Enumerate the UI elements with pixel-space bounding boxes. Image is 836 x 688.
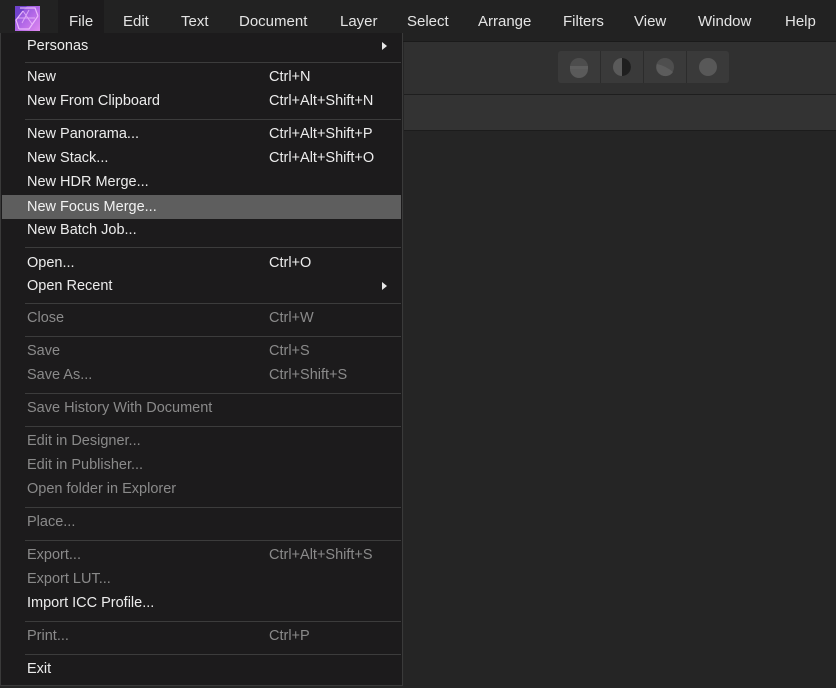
menu-separator bbox=[25, 336, 401, 337]
menu-item-label: New bbox=[27, 69, 57, 85]
menu-item-exit[interactable]: Exit bbox=[2, 657, 401, 681]
menu-item-label: New From Clipboard bbox=[27, 93, 160, 109]
menu-separator bbox=[25, 540, 401, 541]
menu-item-shortcut: Ctrl+Alt+Shift+O bbox=[269, 150, 375, 166]
menu-item-export-lut[interactable]: Export LUT... bbox=[2, 567, 401, 591]
menu-item-label: Import ICC Profile... bbox=[27, 595, 155, 611]
menu-item-open-recent[interactable]: Open Recent bbox=[2, 274, 401, 298]
menu-item-label: New HDR Merge... bbox=[27, 174, 149, 190]
menu-help[interactable]: Help bbox=[774, 0, 827, 41]
menu-item-label: Close bbox=[27, 310, 65, 326]
menu-item-shortcut: Ctrl+Alt+Shift+S bbox=[269, 547, 373, 563]
menu-item-place[interactable]: Place... bbox=[2, 510, 401, 534]
develop-persona-button[interactable] bbox=[644, 51, 687, 83]
menu-separator bbox=[25, 303, 401, 304]
tone-mapping-persona-icon bbox=[699, 58, 717, 76]
menu-item-shortcut: Ctrl+N bbox=[269, 69, 311, 85]
affinity-photo-logo-icon[interactable] bbox=[15, 6, 40, 31]
menu-item-label: Print... bbox=[27, 628, 69, 644]
context-toolbar bbox=[404, 95, 836, 131]
menu-item-label: Save History With Document bbox=[27, 400, 213, 416]
menu-item-new-panorama[interactable]: New Panorama... Ctrl+Alt+Shift+P bbox=[2, 122, 401, 146]
menu-item-new-batch-job[interactable]: New Batch Job... bbox=[2, 218, 401, 242]
menu-window[interactable]: Window bbox=[687, 0, 762, 41]
menu-item-open[interactable]: Open... Ctrl+O bbox=[2, 251, 401, 275]
menu-separator bbox=[25, 654, 401, 655]
menu-item-label: New Stack... bbox=[27, 150, 109, 166]
menu-item-label: Open... bbox=[27, 255, 75, 271]
menu-item-label: New Focus Merge... bbox=[27, 199, 157, 215]
submenu-arrow-icon bbox=[382, 42, 387, 50]
menu-item-shortcut: Ctrl+W bbox=[269, 310, 314, 326]
menu-item-shortcut: Ctrl+Alt+Shift+N bbox=[269, 93, 374, 109]
menu-item-save[interactable]: Save Ctrl+S bbox=[2, 339, 401, 363]
menu-item-save-history[interactable]: Save History With Document bbox=[2, 396, 401, 420]
tone-mapping-persona-button[interactable] bbox=[687, 51, 729, 83]
menu-item-shortcut: Ctrl+Shift+S bbox=[269, 367, 348, 383]
liquify-persona-icon bbox=[613, 58, 631, 76]
menu-item-close[interactable]: Close Ctrl+W bbox=[2, 306, 401, 330]
menu-item-new[interactable]: New Ctrl+N bbox=[2, 65, 401, 89]
develop-persona-icon bbox=[656, 58, 674, 77]
menu-item-label: Export LUT... bbox=[27, 571, 111, 587]
menu-item-label: Export... bbox=[27, 547, 81, 563]
menu-item-import-icc-profile[interactable]: Import ICC Profile... bbox=[2, 591, 401, 615]
menu-item-personas[interactable]: Personas bbox=[2, 34, 401, 58]
menu-separator bbox=[25, 393, 401, 394]
menu-separator bbox=[25, 119, 401, 120]
menu-select[interactable]: Select bbox=[396, 0, 460, 41]
menu-filters[interactable]: Filters bbox=[552, 0, 615, 41]
menu-item-new-from-clipboard[interactable]: New From Clipboard Ctrl+Alt+Shift+N bbox=[2, 89, 401, 113]
menu-item-new-hdr-merge[interactable]: New HDR Merge... bbox=[2, 170, 401, 194]
menu-item-label: Exit bbox=[27, 661, 52, 677]
menu-item-print[interactable]: Print... Ctrl+P bbox=[2, 624, 401, 648]
menu-separator bbox=[25, 247, 401, 248]
menu-separator bbox=[25, 426, 401, 427]
photo-persona-button[interactable] bbox=[558, 51, 601, 83]
menu-item-label: Save bbox=[27, 343, 61, 359]
file-menu-dropdown: Personas New Ctrl+N New From Clipboard C… bbox=[0, 33, 403, 686]
photo-persona-icon bbox=[570, 58, 588, 78]
menu-item-open-folder-in-explorer[interactable]: Open folder in Explorer bbox=[2, 477, 401, 501]
menu-item-label: Save As... bbox=[27, 367, 93, 383]
submenu-arrow-icon bbox=[382, 282, 387, 290]
menu-item-shortcut: Ctrl+Alt+Shift+P bbox=[269, 126, 373, 142]
menu-item-shortcut: Ctrl+O bbox=[269, 255, 312, 271]
liquify-persona-button[interactable] bbox=[601, 51, 644, 83]
persona-switcher bbox=[558, 51, 729, 84]
menu-item-label: Personas bbox=[27, 38, 89, 54]
menu-item-label: Edit in Designer... bbox=[27, 433, 141, 449]
menu-item-label: Open Recent bbox=[27, 278, 113, 294]
menu-item-shortcut: Ctrl+P bbox=[269, 628, 310, 644]
menu-arrange[interactable]: Arrange bbox=[467, 0, 542, 41]
menu-view[interactable]: View bbox=[623, 0, 677, 41]
menu-item-export[interactable]: Export... Ctrl+Alt+Shift+S bbox=[2, 543, 401, 567]
menu-separator bbox=[25, 507, 401, 508]
toolbar bbox=[404, 42, 836, 95]
menu-item-edit-in-publisher[interactable]: Edit in Publisher... bbox=[2, 453, 401, 477]
menu-separator bbox=[25, 62, 401, 63]
menu-item-new-stack[interactable]: New Stack... Ctrl+Alt+Shift+O bbox=[2, 146, 401, 170]
canvas-area bbox=[404, 131, 836, 688]
menu-item-save-as[interactable]: Save As... Ctrl+Shift+S bbox=[2, 363, 401, 387]
menu-item-label: New Panorama... bbox=[27, 126, 140, 142]
menu-item-label: New Batch Job... bbox=[27, 222, 137, 238]
menu-separator bbox=[25, 621, 401, 622]
menu-item-label: Open folder in Explorer bbox=[27, 481, 177, 497]
menu-item-shortcut: Ctrl+S bbox=[269, 343, 310, 359]
menu-item-new-focus-merge[interactable]: New Focus Merge... bbox=[2, 195, 401, 219]
menu-item-label: Edit in Publisher... bbox=[27, 457, 144, 473]
menu-item-edit-in-designer[interactable]: Edit in Designer... bbox=[2, 429, 401, 453]
menu-item-label: Place... bbox=[27, 514, 76, 530]
